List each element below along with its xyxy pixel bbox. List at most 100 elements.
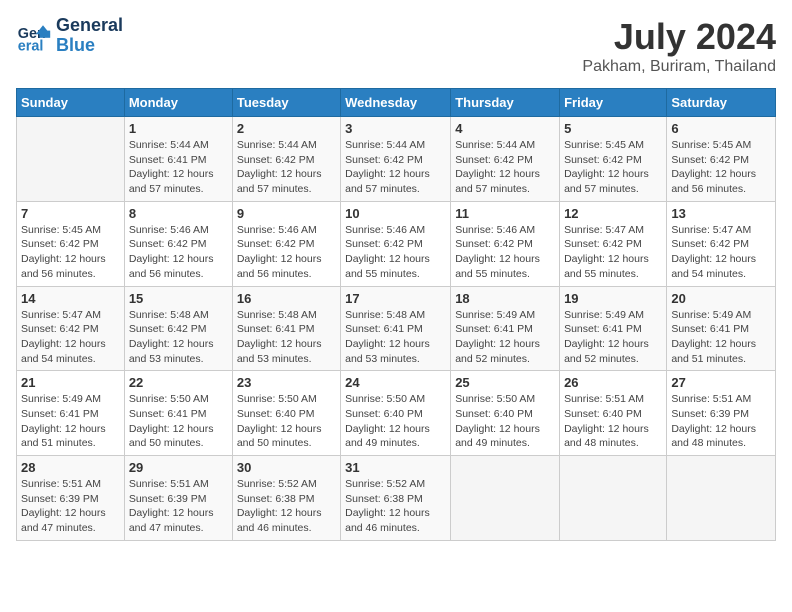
day-info: Sunrise: 5:50 AM Sunset: 6:40 PM Dayligh… bbox=[237, 392, 336, 451]
day-info: Sunrise: 5:50 AM Sunset: 6:41 PM Dayligh… bbox=[129, 392, 228, 451]
day-number: 11 bbox=[455, 206, 555, 221]
day-info: Sunrise: 5:51 AM Sunset: 6:39 PM Dayligh… bbox=[129, 477, 228, 536]
day-cell: 27 Sunrise: 5:51 AM Sunset: 6:39 PM Dayli… bbox=[667, 371, 776, 456]
day-info: Sunrise: 5:46 AM Sunset: 6:42 PM Dayligh… bbox=[129, 223, 228, 282]
header-saturday: Saturday bbox=[667, 89, 776, 117]
day-number: 17 bbox=[345, 291, 446, 306]
day-cell: 6Sunrise: 5:45 AM Sunset: 6:42 PM Daylig… bbox=[667, 117, 776, 202]
day-number: 19 bbox=[564, 291, 662, 306]
logo-text-general: General bbox=[56, 16, 123, 36]
day-cell: 19 Sunrise: 5:49 AM Sunset: 6:41 PM Dayli… bbox=[560, 286, 667, 371]
day-cell bbox=[451, 456, 560, 541]
day-cell: 25 Sunrise: 5:50 AM Sunset: 6:40 PM Dayli… bbox=[451, 371, 560, 456]
day-info: Sunrise: 5:49 AM Sunset: 6:41 PM Dayligh… bbox=[21, 392, 120, 451]
day-cell bbox=[667, 456, 776, 541]
day-number: 13 bbox=[671, 206, 771, 221]
day-number: 24 bbox=[345, 375, 446, 390]
day-cell: 4 Sunrise: 5:44 AM Sunset: 6:42 PM Daylig… bbox=[451, 117, 560, 202]
day-number: 4 bbox=[455, 121, 555, 136]
day-number: 3 bbox=[345, 121, 446, 136]
day-info: Sunrise: 5:49 AM Sunset: 6:41 PM Dayligh… bbox=[455, 308, 555, 367]
page-header: Gen eral General Blue July 2024 Pakham, … bbox=[16, 16, 776, 76]
header-sunday: Sunday bbox=[17, 89, 125, 117]
day-cell: 9Sunrise: 5:46 AM Sunset: 6:42 PM Daylig… bbox=[232, 201, 340, 286]
day-info: Sunrise: 5:50 AM Sunset: 6:40 PM Dayligh… bbox=[345, 392, 446, 451]
day-number: 31 bbox=[345, 460, 446, 475]
day-info: Sunrise: 5:51 AM Sunset: 6:39 PM Dayligh… bbox=[671, 392, 771, 451]
day-number: 23 bbox=[237, 375, 336, 390]
day-number: 16 bbox=[237, 291, 336, 306]
day-cell: 13 Sunrise: 5:47 AM Sunset: 6:42 PM Dayli… bbox=[667, 201, 776, 286]
day-info: Sunrise: 5:47 AM Sunset: 6:42 PM Dayligh… bbox=[671, 223, 771, 282]
month-title: July 2024 bbox=[582, 16, 776, 58]
calendar-table: SundayMondayTuesdayWednesdayThursdayFrid… bbox=[16, 88, 776, 541]
day-cell: 20 Sunrise: 5:49 AM Sunset: 6:41 PM Dayli… bbox=[667, 286, 776, 371]
day-info: Sunrise: 5:49 AM Sunset: 6:41 PM Dayligh… bbox=[671, 308, 771, 367]
day-cell: 14 Sunrise: 5:47 AM Sunset: 6:42 PM Dayli… bbox=[17, 286, 125, 371]
day-number: 20 bbox=[671, 291, 771, 306]
logo-icon: Gen eral bbox=[16, 18, 52, 54]
day-info: Sunrise: 5:48 AM Sunset: 6:41 PM Dayligh… bbox=[237, 308, 336, 367]
header-tuesday: Tuesday bbox=[232, 89, 340, 117]
day-info: Sunrise: 5:47 AM Sunset: 6:42 PM Dayligh… bbox=[564, 223, 662, 282]
day-number: 25 bbox=[455, 375, 555, 390]
day-info: Sunrise: 5:45 AM Sunset: 6:42 PM Dayligh… bbox=[564, 138, 662, 197]
day-cell: 18 Sunrise: 5:49 AM Sunset: 6:41 PM Dayli… bbox=[451, 286, 560, 371]
day-number: 6 bbox=[671, 121, 771, 136]
day-info: Sunrise: 5:51 AM Sunset: 6:39 PM Dayligh… bbox=[21, 477, 120, 536]
day-cell bbox=[17, 117, 125, 202]
day-cell: 12 Sunrise: 5:47 AM Sunset: 6:42 PM Dayli… bbox=[560, 201, 667, 286]
day-cell: 7 Sunrise: 5:45 AM Sunset: 6:42 PM Daylig… bbox=[17, 201, 125, 286]
day-number: 27 bbox=[671, 375, 771, 390]
day-cell: 30Sunrise: 5:52 AM Sunset: 6:38 PM Dayli… bbox=[232, 456, 340, 541]
day-number: 21 bbox=[21, 375, 120, 390]
svg-text:eral: eral bbox=[18, 38, 44, 54]
day-info: Sunrise: 5:46 AM Sunset: 6:42 PM Dayligh… bbox=[455, 223, 555, 282]
day-cell: 10Sunrise: 5:46 AM Sunset: 6:42 PM Dayli… bbox=[341, 201, 451, 286]
day-cell: 26Sunrise: 5:51 AM Sunset: 6:40 PM Dayli… bbox=[560, 371, 667, 456]
day-number: 8 bbox=[129, 206, 228, 221]
day-cell: 24 Sunrise: 5:50 AM Sunset: 6:40 PM Dayli… bbox=[341, 371, 451, 456]
day-cell: 15Sunrise: 5:48 AM Sunset: 6:42 PM Dayli… bbox=[124, 286, 232, 371]
header-friday: Friday bbox=[560, 89, 667, 117]
day-number: 22 bbox=[129, 375, 228, 390]
header-thursday: Thursday bbox=[451, 89, 560, 117]
day-number: 15 bbox=[129, 291, 228, 306]
day-number: 2 bbox=[237, 121, 336, 136]
day-cell: 17Sunrise: 5:48 AM Sunset: 6:41 PM Dayli… bbox=[341, 286, 451, 371]
day-info: Sunrise: 5:45 AM Sunset: 6:42 PM Dayligh… bbox=[21, 223, 120, 282]
day-info: Sunrise: 5:49 AM Sunset: 6:41 PM Dayligh… bbox=[564, 308, 662, 367]
calendar-body: 1 Sunrise: 5:44 AM Sunset: 6:41 PM Daylig… bbox=[17, 117, 776, 541]
day-cell: 1 Sunrise: 5:44 AM Sunset: 6:41 PM Daylig… bbox=[124, 117, 232, 202]
day-number: 18 bbox=[455, 291, 555, 306]
day-cell: 2 Sunrise: 5:44 AM Sunset: 6:42 PM Daylig… bbox=[232, 117, 340, 202]
day-info: Sunrise: 5:52 AM Sunset: 6:38 PM Dayligh… bbox=[345, 477, 446, 536]
day-cell: 28Sunrise: 5:51 AM Sunset: 6:39 PM Dayli… bbox=[17, 456, 125, 541]
day-number: 5 bbox=[564, 121, 662, 136]
week-row-1: 1 Sunrise: 5:44 AM Sunset: 6:41 PM Daylig… bbox=[17, 117, 776, 202]
logo-text-blue: Blue bbox=[56, 36, 123, 56]
day-cell: 5 Sunrise: 5:45 AM Sunset: 6:42 PM Daylig… bbox=[560, 117, 667, 202]
day-cell bbox=[560, 456, 667, 541]
day-info: Sunrise: 5:47 AM Sunset: 6:42 PM Dayligh… bbox=[21, 308, 120, 367]
day-cell: 11 Sunrise: 5:46 AM Sunset: 6:42 PM Dayli… bbox=[451, 201, 560, 286]
day-number: 26 bbox=[564, 375, 662, 390]
day-cell: 8 Sunrise: 5:46 AM Sunset: 6:42 PM Daylig… bbox=[124, 201, 232, 286]
day-number: 14 bbox=[21, 291, 120, 306]
day-cell: 31 Sunrise: 5:52 AM Sunset: 6:38 PM Dayli… bbox=[341, 456, 451, 541]
logo: Gen eral General Blue bbox=[16, 16, 123, 56]
calendar-header-row: SundayMondayTuesdayWednesdayThursdayFrid… bbox=[17, 89, 776, 117]
day-number: 12 bbox=[564, 206, 662, 221]
day-number: 29 bbox=[129, 460, 228, 475]
day-info: Sunrise: 5:44 AM Sunset: 6:41 PM Dayligh… bbox=[129, 138, 228, 197]
day-info: Sunrise: 5:44 AM Sunset: 6:42 PM Dayligh… bbox=[345, 138, 446, 197]
day-number: 1 bbox=[129, 121, 228, 136]
day-cell: 16 Sunrise: 5:48 AM Sunset: 6:41 PM Dayli… bbox=[232, 286, 340, 371]
day-cell: 22 Sunrise: 5:50 AM Sunset: 6:41 PM Dayli… bbox=[124, 371, 232, 456]
day-info: Sunrise: 5:44 AM Sunset: 6:42 PM Dayligh… bbox=[237, 138, 336, 197]
day-info: Sunrise: 5:44 AM Sunset: 6:42 PM Dayligh… bbox=[455, 138, 555, 197]
day-number: 7 bbox=[21, 206, 120, 221]
day-info: Sunrise: 5:50 AM Sunset: 6:40 PM Dayligh… bbox=[455, 392, 555, 451]
day-info: Sunrise: 5:52 AM Sunset: 6:38 PM Dayligh… bbox=[237, 477, 336, 536]
day-info: Sunrise: 5:46 AM Sunset: 6:42 PM Dayligh… bbox=[237, 223, 336, 282]
